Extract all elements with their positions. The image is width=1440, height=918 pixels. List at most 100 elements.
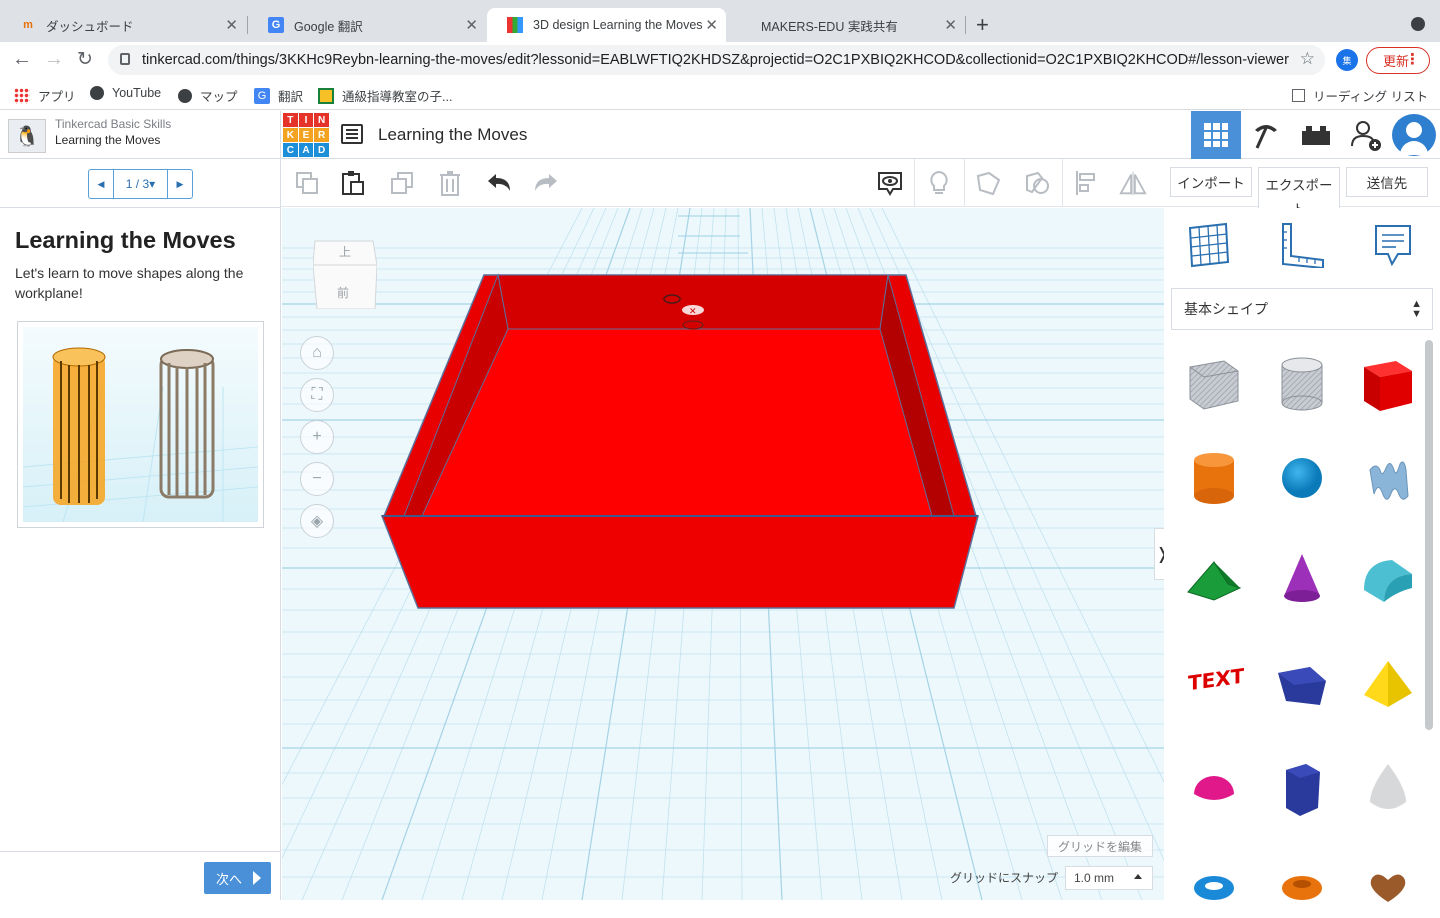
close-icon[interactable]: ✕ bbox=[225, 16, 238, 34]
pyramid-icon[interactable] bbox=[1358, 653, 1418, 713]
delete-icon[interactable] bbox=[436, 169, 464, 197]
shape-category-value: 基本シェイプ bbox=[1184, 301, 1268, 317]
forward-icon[interactable]: → bbox=[44, 48, 64, 71]
cylinder-icon[interactable] bbox=[1184, 448, 1244, 508]
zoom-in-icon[interactable]: + bbox=[300, 420, 334, 454]
tinkercad-logo[interactable]: T I N K E R C A D bbox=[283, 113, 329, 157]
roof-icon[interactable] bbox=[1184, 548, 1244, 608]
torus-icon[interactable] bbox=[1184, 858, 1244, 918]
kebab-menu-icon: ⋮ bbox=[1405, 51, 1420, 68]
duplicate-icon[interactable] bbox=[388, 169, 416, 197]
paraboloid-icon[interactable] bbox=[1358, 758, 1418, 818]
bookmark-translate[interactable]: G 翻訳 bbox=[254, 86, 303, 105]
box-icon[interactable] bbox=[1358, 353, 1418, 413]
tube-icon[interactable] bbox=[1272, 858, 1332, 918]
next-page-icon[interactable]: ▶ bbox=[168, 170, 192, 198]
pickaxe-icon[interactable] bbox=[1241, 111, 1291, 159]
bookmark-apps[interactable]: アプリ bbox=[14, 86, 76, 105]
address-bar[interactable]: tinkercad.com/things/3KKHc9Reybn-learnin… bbox=[108, 45, 1325, 75]
reload-icon[interactable]: ↻ bbox=[77, 48, 93, 71]
tab-tinkercad[interactable]: 3D design Learning the Moves ✕ bbox=[487, 8, 726, 42]
fit-view-icon[interactable]: ⛶ bbox=[300, 378, 334, 412]
back-icon[interactable]: ← bbox=[12, 48, 32, 71]
bookmark-label: 翻訳 bbox=[278, 90, 304, 104]
round-roof-icon[interactable] bbox=[1358, 548, 1418, 608]
box-striped-icon[interactable] bbox=[1184, 353, 1244, 413]
divider bbox=[1062, 159, 1063, 207]
shapes-scrollbar[interactable] bbox=[1425, 340, 1433, 730]
tab-makers-edu[interactable]: MAKERS-EDU 実践共有 ✕ bbox=[727, 8, 965, 42]
light-icon[interactable] bbox=[925, 169, 953, 197]
logo-letter: N bbox=[314, 113, 329, 127]
new-tab-icon[interactable]: + bbox=[976, 12, 989, 38]
add-user-icon[interactable] bbox=[1341, 111, 1391, 159]
half-sphere-icon[interactable] bbox=[1184, 758, 1244, 818]
polygon-icon[interactable] bbox=[1272, 653, 1332, 713]
design-list-icon[interactable] bbox=[341, 124, 363, 144]
workplane-canvas[interactable]: ✕ bbox=[282, 208, 1164, 900]
bookmark-classroom[interactable]: 通級指導教室の子... bbox=[318, 86, 452, 105]
home-view-icon[interactable]: ⌂ bbox=[300, 336, 334, 370]
next-button[interactable]: 次へ bbox=[204, 862, 271, 894]
sphere-icon[interactable] bbox=[1272, 448, 1332, 508]
cone-icon[interactable] bbox=[1272, 548, 1332, 608]
hexagonal-prism-icon[interactable] bbox=[1272, 758, 1332, 818]
reading-list[interactable]: リーディング リスト bbox=[1292, 86, 1428, 105]
tab-title: Google 翻訳 bbox=[294, 19, 363, 34]
edit-toolbar: インポート エクスポート 送信先 bbox=[281, 159, 1440, 221]
tab-divider bbox=[965, 16, 966, 34]
snap-grid-select[interactable]: 1.0 mm bbox=[1065, 866, 1153, 890]
bookmark-maps[interactable]: マップ bbox=[178, 86, 238, 105]
ruler-icon[interactable] bbox=[1279, 222, 1325, 268]
bookmark-youtube[interactable]: YouTube bbox=[90, 86, 161, 100]
workplane-icon[interactable] bbox=[1186, 222, 1232, 268]
page-number: 1 / 3 bbox=[125, 177, 150, 191]
send-to-button[interactable]: 送信先 bbox=[1346, 167, 1428, 197]
perspective-icon[interactable]: ◈ bbox=[300, 504, 334, 538]
paste-icon[interactable] bbox=[339, 169, 367, 197]
prev-page-icon[interactable]: ◀ bbox=[89, 170, 113, 198]
update-button[interactable]: 更新 ⋮ bbox=[1366, 47, 1430, 74]
3d-design-view-icon[interactable] bbox=[1191, 111, 1241, 159]
close-icon[interactable]: ✕ bbox=[944, 16, 957, 34]
ungroup-icon[interactable] bbox=[1023, 169, 1051, 197]
redo-icon[interactable] bbox=[532, 169, 560, 197]
copy-icon[interactable] bbox=[293, 169, 321, 197]
caret-up-icon bbox=[1134, 874, 1142, 879]
design-title[interactable]: Learning the Moves bbox=[378, 125, 527, 145]
page-indicator[interactable]: 1 / 3 ▾ bbox=[113, 170, 168, 198]
tab-dashboard[interactable]: m ダッシュボード ✕ bbox=[0, 8, 246, 42]
close-icon[interactable]: ✕ bbox=[705, 16, 718, 34]
group-icon[interactable] bbox=[974, 169, 1002, 197]
heart-icon[interactable] bbox=[1358, 858, 1418, 918]
zoom-out-icon[interactable]: − bbox=[300, 462, 334, 496]
profile-avatar[interactable]: 集 bbox=[1336, 49, 1358, 71]
brick-icon[interactable] bbox=[1291, 111, 1341, 159]
workplane[interactable]: ✕ bbox=[282, 208, 1164, 900]
bookmark-star-icon[interactable]: ☆ bbox=[1300, 49, 1315, 69]
reading-list-icon bbox=[1292, 89, 1305, 102]
tab-google-translate[interactable]: G Google 翻訳 ✕ bbox=[248, 8, 486, 42]
close-icon[interactable]: ✕ bbox=[465, 16, 478, 34]
view-cube[interactable]: 上 前 bbox=[312, 233, 378, 310]
align-icon[interactable] bbox=[1072, 169, 1100, 197]
red-box-shape[interactable]: ✕ bbox=[380, 273, 979, 609]
lesson-header: 🐧 Tinkercad Basic Skills Learning the Mo… bbox=[0, 111, 281, 159]
note-icon[interactable] bbox=[876, 169, 904, 197]
user-avatar[interactable] bbox=[1392, 114, 1436, 156]
edit-grid-button[interactable]: グリッドを編集 bbox=[1047, 835, 1153, 857]
bookmarks-bar: アプリ YouTube マップ G 翻訳 通級指導教室の子... リーディング … bbox=[0, 79, 1440, 110]
shape-category-select[interactable]: 基本シェイプ ▲ ▼ bbox=[1171, 288, 1433, 330]
undo-icon[interactable] bbox=[485, 169, 513, 197]
import-button[interactable]: インポート bbox=[1170, 167, 1252, 197]
viewcube-top-label: 上 bbox=[339, 245, 352, 259]
text-icon[interactable]: TEXT bbox=[1184, 653, 1244, 713]
mirror-icon[interactable] bbox=[1119, 169, 1147, 197]
lesson-title: Learning the Moves bbox=[15, 227, 236, 253]
logo-letter: A bbox=[298, 143, 314, 157]
tab-search-icon[interactable] bbox=[1411, 17, 1425, 31]
classroom-icon bbox=[318, 87, 334, 104]
scribble-icon[interactable] bbox=[1358, 448, 1418, 508]
cylinder-striped-icon[interactable] bbox=[1272, 353, 1332, 413]
notes-icon[interactable] bbox=[1370, 222, 1416, 268]
